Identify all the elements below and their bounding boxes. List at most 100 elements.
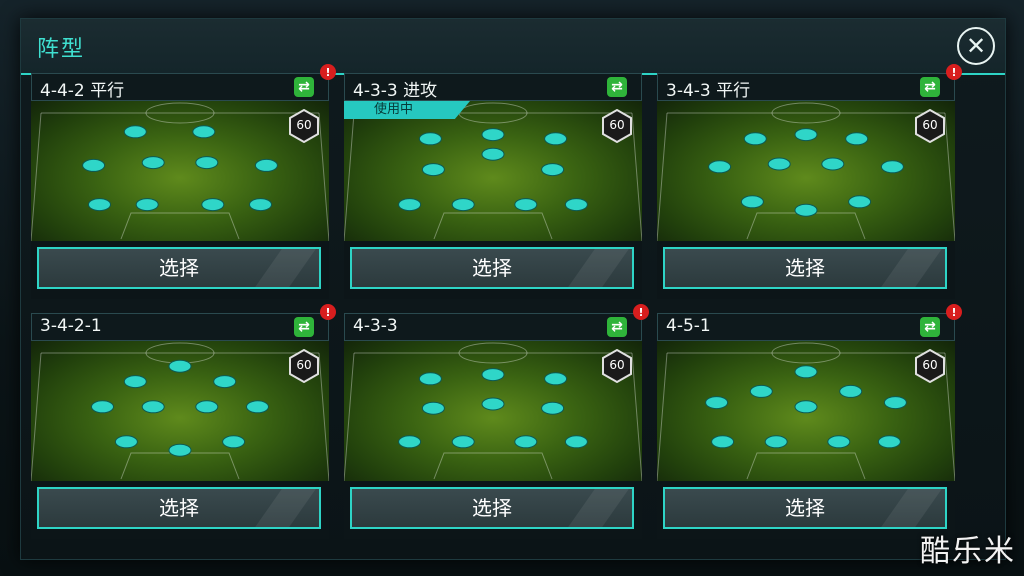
player-marker <box>91 400 114 414</box>
player-marker <box>114 435 138 449</box>
select-button[interactable]: 选择 <box>37 487 321 529</box>
pitch-preview <box>657 341 955 481</box>
player-marker <box>848 195 872 209</box>
player-marker <box>481 128 505 142</box>
player-marker <box>254 158 278 172</box>
player-marker <box>168 359 192 373</box>
alert-icon: ! <box>320 304 336 320</box>
player-marker <box>421 401 445 415</box>
formation-card[interactable]: 3-4-3 平行 ⇄ ! 60 选择 <box>657 64 962 299</box>
in-use-badge: 使用中 <box>344 101 470 119</box>
player-marker <box>794 128 818 142</box>
rating-value: 60 <box>296 358 312 372</box>
player-marker <box>141 400 165 414</box>
player-marker <box>749 384 773 398</box>
player-marker <box>123 125 147 139</box>
player-marker <box>398 198 422 212</box>
player-marker <box>192 125 216 139</box>
swap-icon[interactable]: ⇄ <box>607 317 627 337</box>
player-marker <box>451 435 475 449</box>
rating-value: 60 <box>922 358 938 372</box>
alert-icon: ! <box>633 304 649 320</box>
pitch-preview <box>344 101 642 241</box>
player-marker <box>451 198 475 212</box>
formation-name: 4-4-2 平行 <box>40 81 125 101</box>
card-header: 4-3-3 ⇄ ! <box>344 304 649 341</box>
formation-name: 3-4-2-1 <box>40 316 102 336</box>
player-marker <box>88 198 111 212</box>
player-marker <box>123 375 147 389</box>
formation-card[interactable]: 4-5-1 ⇄ ! 60 选择 <box>657 304 962 539</box>
player-marker <box>740 195 764 209</box>
formation-panel: 阵型 ✕ 4-4-2 平行 ⇄ ! 60 选择 4-3-3 进攻 ⇄ 60 使用… <box>20 18 1006 560</box>
player-marker <box>82 158 106 172</box>
rating-value: 60 <box>296 118 312 132</box>
player-marker <box>195 156 219 170</box>
select-button[interactable]: 选择 <box>350 487 634 529</box>
player-marker <box>398 435 422 449</box>
player-marker <box>880 160 904 174</box>
panel-header: 阵型 ✕ <box>21 19 1005 75</box>
player-marker <box>213 375 237 389</box>
formation-card[interactable]: 3-4-2-1 ⇄ ! 60 选择 <box>31 304 336 539</box>
formation-card[interactable]: 4-4-2 平行 ⇄ ! 60 选择 <box>31 64 336 299</box>
rating-badge: 60 <box>600 108 634 144</box>
player-marker <box>541 401 565 415</box>
alert-icon: ! <box>320 64 336 80</box>
player-marker <box>481 147 505 161</box>
swap-icon[interactable]: ⇄ <box>294 77 314 97</box>
player-marker <box>544 372 568 386</box>
player-marker <box>481 397 505 411</box>
select-button[interactable]: 选择 <box>350 247 634 289</box>
select-button[interactable]: 选择 <box>663 247 947 289</box>
swap-icon[interactable]: ⇄ <box>294 317 314 337</box>
player-marker <box>711 435 735 449</box>
card-header: 4-4-2 平行 ⇄ ! <box>31 64 336 101</box>
pitch-preview <box>31 341 329 481</box>
watermark-logo: 酷乐米 <box>920 534 1016 569</box>
player-marker <box>705 396 729 410</box>
swap-icon[interactable]: ⇄ <box>607 77 627 97</box>
card-header: 4-5-1 ⇄ ! <box>657 304 962 341</box>
player-marker <box>827 435 851 449</box>
player-marker <box>514 435 538 449</box>
pitch-preview <box>31 101 329 241</box>
player-marker <box>514 198 538 212</box>
player-marker <box>418 372 442 386</box>
pitch-preview <box>657 101 955 241</box>
rating-badge: 60 <box>600 348 634 384</box>
formation-card[interactable]: 4-3-3 进攻 ⇄ 60 使用中选择 <box>344 73 642 299</box>
swap-icon[interactable]: ⇄ <box>920 317 940 337</box>
select-button[interactable]: 选择 <box>37 247 321 289</box>
swap-icon[interactable]: ⇄ <box>920 77 940 97</box>
formation-card[interactable]: 4-3-3 ⇄ ! 60 选择 <box>344 304 649 539</box>
select-button[interactable]: 选择 <box>663 487 947 529</box>
rating-value: 60 <box>922 118 938 132</box>
player-marker <box>246 400 269 414</box>
player-marker <box>168 443 192 457</box>
card-header: 3-4-2-1 ⇄ ! <box>31 304 336 341</box>
player-marker <box>195 400 219 414</box>
rating-badge: 60 <box>287 108 321 144</box>
player-marker <box>743 132 767 146</box>
player-marker <box>222 435 246 449</box>
player-marker <box>708 160 732 174</box>
close-button[interactable]: ✕ <box>957 27 995 65</box>
card-header: 4-3-3 进攻 ⇄ <box>344 73 642 101</box>
player-marker <box>201 198 225 212</box>
rating-badge: 60 <box>913 108 947 144</box>
alert-icon: ! <box>946 64 962 80</box>
alert-icon: ! <box>946 304 962 320</box>
player-marker <box>481 368 505 382</box>
player-marker <box>794 365 818 379</box>
player-marker <box>141 156 165 170</box>
player-marker <box>821 157 845 171</box>
player-marker <box>883 396 907 410</box>
formation-name: 4-5-1 <box>666 316 711 336</box>
player-marker <box>767 157 791 171</box>
player-marker <box>135 198 159 212</box>
rating-badge: 60 <box>913 348 947 384</box>
player-marker <box>794 400 818 414</box>
rating-value: 60 <box>609 118 625 132</box>
player-marker <box>421 163 445 177</box>
